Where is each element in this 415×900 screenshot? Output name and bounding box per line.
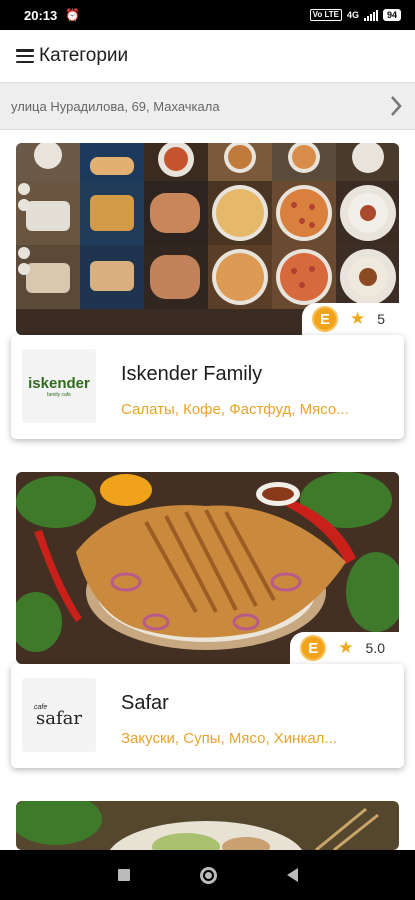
system-navigation-bar xyxy=(0,850,415,900)
restaurant-info: iskender family cafe Iskender Family Сал… xyxy=(11,335,404,439)
volte-icon: Vo LTE xyxy=(309,9,342,21)
star-icon: ★ xyxy=(349,309,366,328)
app-bar: Категории xyxy=(0,30,415,82)
status-bar: 20:13 ⏰ Vo LTE 4G 94 xyxy=(0,0,415,30)
restaurant-categories: Салаты, Кофе, Фастфуд, Мясо... xyxy=(121,401,349,418)
restaurant-logo: iskender family cafe xyxy=(22,349,96,423)
restaurant-photo xyxy=(16,801,399,850)
mute-alarm-icon: ⏰ xyxy=(65,8,81,22)
status-time: 20:13 xyxy=(24,7,58,23)
battery-icon: 94 xyxy=(382,9,401,21)
rating-badge: E ★ 5 xyxy=(301,303,399,335)
page-title: Категории xyxy=(39,45,129,66)
rating-badge: E ★ 5.0 xyxy=(290,632,399,664)
star-icon: ★ xyxy=(338,638,354,657)
restaurant-name: Safar xyxy=(121,692,169,714)
rating-value: 5 xyxy=(377,311,385,327)
restaurant-categories: Закуски, Супы, Мясо, Хинкал... xyxy=(121,730,337,747)
restaurant-logo: cafe safar xyxy=(22,678,96,752)
coin-icon: E xyxy=(311,306,338,332)
signal-icon xyxy=(363,9,378,21)
restaurant-name: Iskender Family xyxy=(121,363,263,385)
back-button[interactable] xyxy=(286,868,298,882)
menu-icon[interactable] xyxy=(16,49,34,63)
restaurant-info: cafe safar Safar Закуски, Супы, Мясо, Хи… xyxy=(11,664,404,768)
address-selector[interactable]: улица Нурадилова, 69, Махачкала xyxy=(0,82,415,130)
chevron-right-icon xyxy=(391,96,402,116)
address-text: улица Нурадилова, 69, Махачкала xyxy=(11,98,220,114)
coin-icon: E xyxy=(300,635,327,661)
network-type: 4G xyxy=(346,10,359,20)
recent-apps-button[interactable] xyxy=(117,869,130,881)
rating-value: 5.0 xyxy=(365,640,385,656)
home-button[interactable] xyxy=(199,866,217,884)
